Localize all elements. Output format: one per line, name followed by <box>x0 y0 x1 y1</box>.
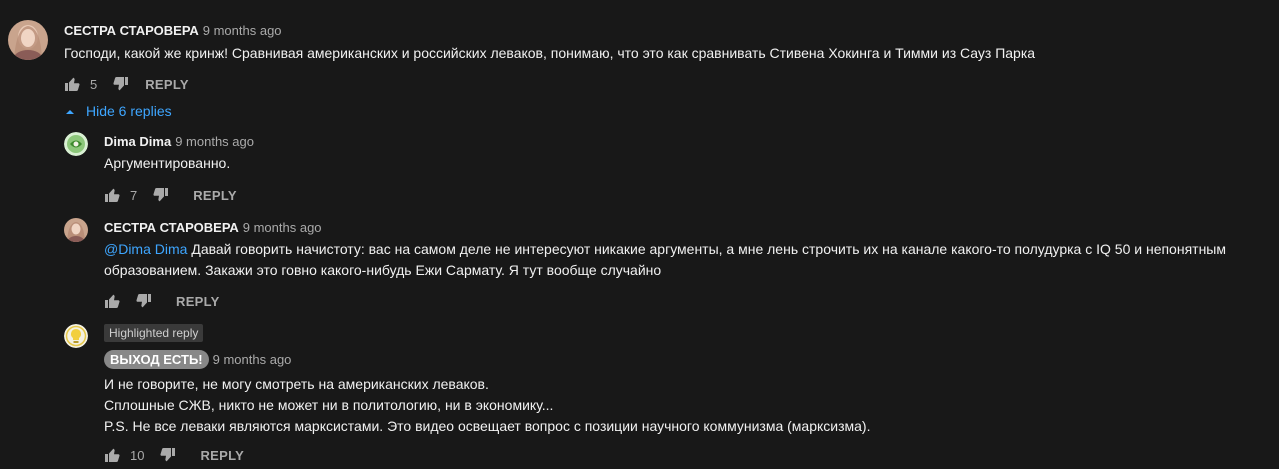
reply-text-line: образованием. Закажи это говно какого-ни… <box>104 262 662 278</box>
like-count: 7 <box>130 187 138 203</box>
thumb-down-icon[interactable] <box>136 293 152 309</box>
timestamp[interactable]: 9 months ago <box>213 352 292 367</box>
comment-text: Господи, какой же кринж! Сравнивая амери… <box>64 45 1036 61</box>
thumb-up-icon[interactable] <box>104 293 120 309</box>
reply-text: И не говорите, не могу смотреть на амери… <box>104 374 1254 437</box>
reply-header: ВЫХОД ЕСТЬ! 9 months ago <box>104 350 291 369</box>
hide-replies-toggle[interactable]: Hide 6 replies <box>64 103 172 119</box>
timestamp[interactable]: 9 months ago <box>243 220 322 235</box>
reply-text-line: И не говорите, не могу смотреть на амери… <box>104 376 489 392</box>
reply-header: Dima Dima 9 months ago <box>104 134 254 149</box>
thumb-up-icon[interactable] <box>104 447 120 463</box>
reply-text-line: Сплошные СЖВ, никто не может ни в полито… <box>104 397 554 413</box>
reply-actions: REPLY <box>104 293 220 309</box>
reply-text-line: P.S. Не все леваки являются марксистами.… <box>104 418 871 434</box>
highlighted-reply-badge: Highlighted reply <box>104 324 204 342</box>
thumb-down-icon[interactable] <box>160 447 176 463</box>
reply-button[interactable]: REPLY <box>200 448 244 463</box>
reply-text: @Dima Dima Давай говорить начистоту: вас… <box>104 239 1264 281</box>
author-name[interactable]: ВЫХОД ЕСТЬ! <box>104 350 209 369</box>
reply-header: СЕСТРА СТАРОВЕРА 9 months ago <box>104 220 322 235</box>
avatar[interactable] <box>64 324 88 348</box>
reply-button[interactable]: REPLY <box>176 294 220 309</box>
toggle-label: Hide 6 replies <box>86 103 172 119</box>
author-name[interactable]: СЕСТРА СТАРОВЕРА <box>64 23 199 38</box>
highlight-row: Highlighted reply <box>104 324 204 342</box>
author-name[interactable]: СЕСТРА СТАРОВЕРА <box>104 220 239 235</box>
reply-button[interactable]: REPLY <box>193 188 237 203</box>
timestamp[interactable]: 9 months ago <box>203 23 282 38</box>
chevron-up-icon <box>64 105 76 117</box>
avatar[interactable] <box>8 20 48 60</box>
mention-link[interactable]: @Dima Dima <box>104 241 187 257</box>
avatar[interactable] <box>64 132 88 156</box>
like-count: 10 <box>130 447 145 463</box>
reply-actions: 10 REPLY <box>104 447 244 463</box>
reply-text-line: Давай говорить начистоту: вас на самом д… <box>187 241 1226 257</box>
thumb-down-icon[interactable] <box>153 187 169 203</box>
author-name[interactable]: Dima Dima <box>104 134 171 149</box>
avatar[interactable] <box>64 218 88 242</box>
reply-text: Аргументированно. <box>104 155 231 171</box>
reply-actions: 7 REPLY <box>104 187 237 203</box>
comment-actions: 5 REPLY <box>64 76 189 92</box>
like-count: 5 <box>90 76 98 92</box>
timestamp[interactable]: 9 months ago <box>175 134 254 149</box>
reply-button[interactable]: REPLY <box>145 77 189 92</box>
comment-header: СЕСТРА СТАРОВЕРА 9 months ago <box>64 23 282 38</box>
thumb-up-icon[interactable] <box>64 76 80 92</box>
thumb-down-icon[interactable] <box>113 76 129 92</box>
thumb-up-icon[interactable] <box>104 187 120 203</box>
